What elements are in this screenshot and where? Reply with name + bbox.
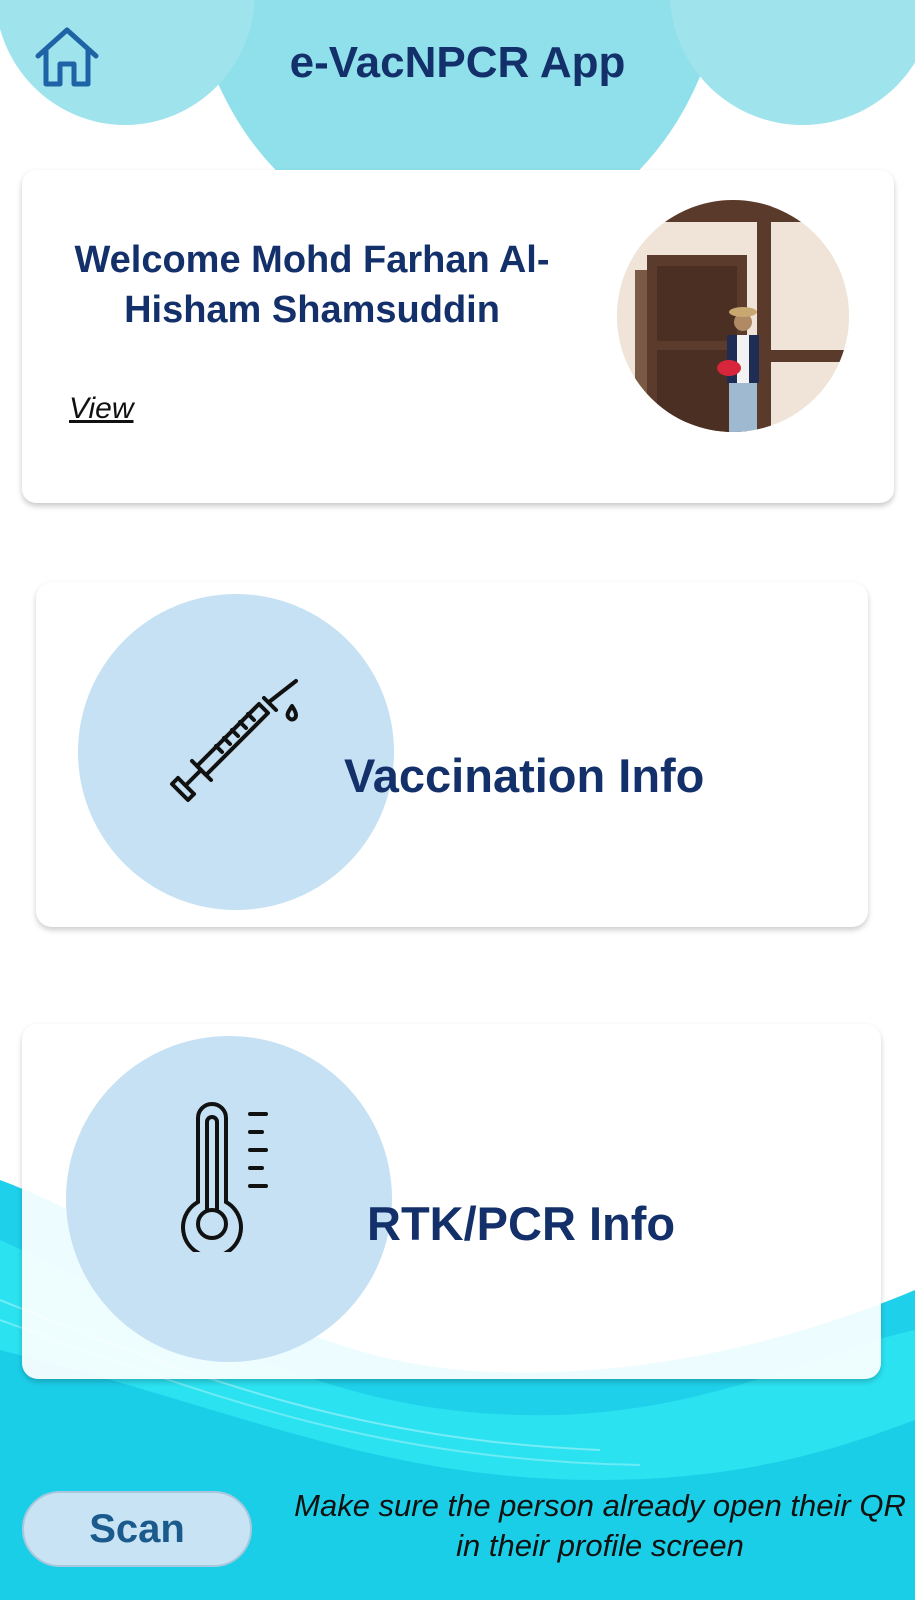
scan-button[interactable]: Scan [22,1491,252,1567]
welcome-greeting: Welcome Mohd Farhan Al-Hisham Shamsuddin [74,239,550,331]
scan-hint-text: Make sure the person already open their … [294,1488,906,1563]
profile-photo [617,200,849,432]
vaccination-info-label: Vaccination Info [344,749,705,802]
view-profile-link[interactable]: View [69,392,133,426]
avatar [617,200,849,432]
vaccination-info-card[interactable]: Vaccination Info [36,582,868,927]
app-title: e-VacNPCR App [289,38,626,87]
rtk-pcr-info-card[interactable]: RTK/PCR Info [22,1024,881,1379]
welcome-card: Welcome Mohd Farhan Al-Hisham Shamsuddin… [22,170,894,503]
thermometer-icon [181,1102,268,1252]
syringe-icon [170,679,298,802]
rtk-pcr-info-label: RTK/PCR Info [367,1197,676,1250]
